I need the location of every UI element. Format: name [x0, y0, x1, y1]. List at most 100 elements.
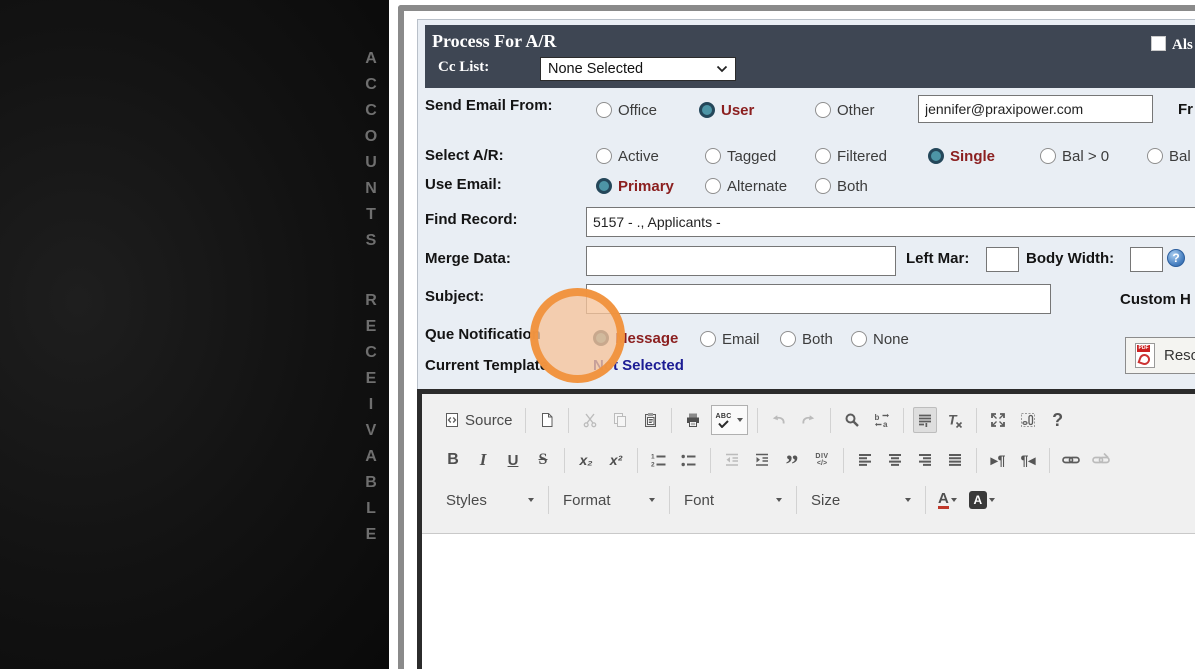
source-button[interactable]: Source [441, 407, 516, 433]
radio-circle-selected[interactable] [699, 102, 715, 118]
radio-circle-selected[interactable] [928, 148, 944, 164]
radio-primary[interactable]: Primary [596, 177, 674, 195]
radio-both-email[interactable]: Both [815, 177, 868, 195]
source-label: Source [465, 411, 513, 429]
maximize-button[interactable] [986, 407, 1010, 433]
cc-list-select[interactable]: None Selected [540, 57, 736, 81]
left-mar-input[interactable] [986, 247, 1019, 272]
resource-button-label: Reso [1164, 347, 1195, 364]
radio-none-notify[interactable]: None [851, 330, 909, 348]
radio-circle[interactable] [780, 331, 796, 347]
align-left-button[interactable] [853, 447, 877, 473]
resource-button[interactable]: PDF Reso [1125, 337, 1195, 374]
spell-check-button[interactable]: ABC [710, 405, 748, 435]
radio-circle-selected[interactable] [593, 330, 609, 346]
radio-both-notify[interactable]: Both [780, 330, 833, 348]
background-color-button[interactable]: A [966, 487, 998, 513]
align-right-button[interactable] [913, 447, 937, 473]
size-dropdown[interactable]: Size [805, 487, 917, 513]
editor-toolbar: Source ABC b a T ? B I U S x₂ x² 1 2 ” D… [422, 394, 1195, 523]
remove-format-button[interactable]: T [943, 407, 967, 433]
radio-circle[interactable] [1040, 148, 1056, 164]
show-blocks-icon [1020, 413, 1035, 427]
justify-button[interactable] [943, 447, 967, 473]
find-button[interactable] [840, 407, 864, 433]
radio-circle[interactable] [815, 102, 831, 118]
new-page-button[interactable] [535, 407, 559, 433]
from-email-input[interactable] [918, 95, 1153, 123]
radio-single[interactable]: Single [928, 147, 995, 165]
text-color-button[interactable]: A [935, 487, 960, 513]
radio-user[interactable]: User [699, 101, 754, 119]
radio-circle[interactable] [596, 148, 612, 164]
new-page-icon [541, 413, 553, 427]
radio-circle[interactable] [815, 178, 831, 194]
increase-indent-button[interactable] [750, 447, 774, 473]
radio-office[interactable]: Office [596, 101, 657, 119]
styles-dropdown[interactable]: Styles [440, 487, 540, 513]
numbered-list-button[interactable]: 12 [647, 447, 671, 473]
toolbar-separator [637, 447, 638, 473]
text-direction-ltr-button[interactable]: ▸¶ [986, 447, 1010, 473]
radio-circle[interactable] [1147, 148, 1163, 164]
unlink-icon [1092, 452, 1110, 464]
pdf-icon: PDF [1135, 343, 1155, 368]
dropdown-arrow-icon [649, 498, 655, 502]
radio-circle-selected[interactable] [596, 178, 612, 194]
div-container-button[interactable]: DIV </> [810, 447, 834, 473]
bold-icon: B [447, 451, 459, 468]
toolbar-row-1: Source ABC b a T ? [438, 401, 1195, 439]
font-dropdown[interactable]: Font [678, 487, 788, 513]
dropdown-arrow-icon [988, 498, 995, 502]
bulleted-list-icon [681, 454, 696, 467]
superscript-button[interactable]: x² [604, 447, 628, 473]
subject-input[interactable] [586, 284, 1051, 314]
merge-data-label: Merge Data: [425, 250, 511, 267]
radio-other[interactable]: Other [815, 101, 875, 119]
format-dropdown[interactable]: Format [557, 487, 661, 513]
radio-circle[interactable] [815, 148, 831, 164]
radio-bal-gt-0[interactable]: Bal > 0 [1040, 147, 1109, 165]
unlink-button [1089, 447, 1113, 473]
underline-button[interactable]: U [501, 447, 525, 473]
link-button[interactable] [1059, 447, 1083, 473]
merge-data-input[interactable] [586, 246, 896, 276]
strikethrough-button[interactable]: S [531, 447, 555, 473]
radio-filtered[interactable]: Filtered [815, 147, 887, 165]
select-all-button[interactable] [912, 407, 937, 433]
radio-circle[interactable] [705, 178, 721, 194]
align-center-button[interactable] [883, 447, 907, 473]
bold-button[interactable]: B [441, 447, 465, 473]
radio-bal-cut[interactable]: Bal [1147, 147, 1191, 165]
cut-icon [583, 413, 596, 428]
print-button[interactable] [681, 407, 705, 433]
question-help-icon[interactable]: ? [1167, 249, 1185, 267]
find-record-input[interactable] [586, 207, 1195, 237]
show-blocks-button[interactable] [1016, 407, 1040, 433]
from-name-label-cut: Fr [1178, 101, 1193, 118]
radio-message[interactable]: Message [593, 329, 678, 347]
editor-content-area[interactable] [422, 533, 1195, 669]
radio-alternate[interactable]: Alternate [705, 177, 787, 195]
replace-button[interactable]: ba [870, 407, 894, 433]
italic-button[interactable]: I [471, 447, 495, 473]
radio-circle[interactable] [705, 148, 721, 164]
also-checkbox[interactable] [1151, 36, 1166, 51]
paste-button[interactable] [638, 407, 662, 433]
bulleted-list-button[interactable] [677, 447, 701, 473]
radio-circle[interactable] [700, 331, 716, 347]
text-direction-rtl-button[interactable]: ¶◂ [1016, 447, 1040, 473]
radio-active[interactable]: Active [596, 147, 659, 165]
radio-circle[interactable] [596, 102, 612, 118]
radio-email-notify[interactable]: Email [700, 330, 760, 348]
radio-circle[interactable] [851, 331, 867, 347]
current-template-label: Current Template [425, 357, 549, 374]
about-button[interactable]: ? [1046, 407, 1070, 433]
blockquote-button[interactable]: ” [780, 447, 804, 478]
decrease-indent-icon [726, 453, 738, 466]
body-width-input[interactable] [1130, 247, 1163, 272]
dropdown-arrow-icon [950, 498, 957, 502]
radio-tagged[interactable]: Tagged [705, 147, 776, 165]
subscript-button[interactable]: x₂ [574, 447, 598, 473]
body-width-label: Body Width: [1026, 250, 1115, 267]
